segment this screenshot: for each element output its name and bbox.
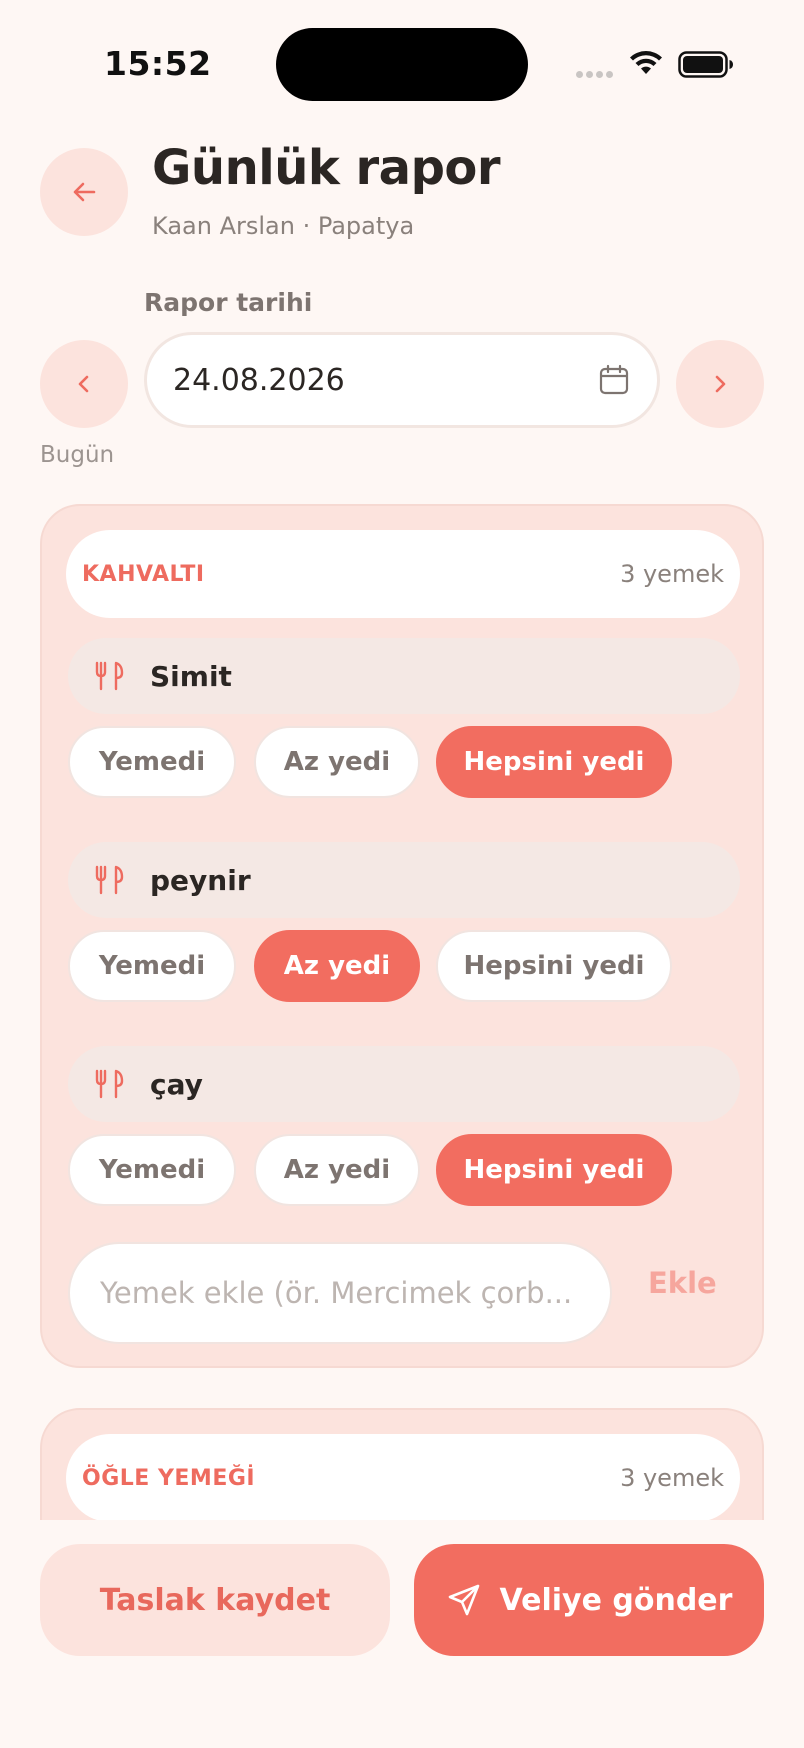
food-name: çay (150, 1067, 203, 1101)
option-hepsini-yedi-button[interactable]: Hepsini yedi (436, 726, 672, 798)
dynamic-island (276, 28, 528, 101)
food-name: Simit (150, 659, 232, 693)
option-az-yedi-button[interactable]: Az yedi (254, 726, 420, 798)
utensils-icon (95, 1069, 124, 1099)
status-bar: 15:52 (0, 0, 804, 110)
meal-count: 3 yemek (620, 560, 724, 588)
wifi-icon (630, 51, 662, 74)
arrow-left-icon (73, 182, 96, 202)
utensils-icon (95, 661, 124, 691)
utensils-icon (95, 865, 124, 895)
save-draft-label: Taslak kaydet (99, 1582, 331, 1618)
food-name: peynir (150, 863, 251, 897)
meal-title: KAHVALTI (82, 561, 205, 587)
meal-count: 3 yemek (620, 1464, 724, 1492)
option-az-yedi-button[interactable]: Az yedi (254, 930, 420, 1002)
cellular-signal-icon (576, 71, 613, 78)
chevron-left-icon (78, 375, 89, 393)
back-button[interactable] (40, 148, 128, 236)
calendar-icon (599, 364, 629, 395)
status-time: 15:52 (104, 44, 212, 83)
bottom-action-bar: Taslak kaydet Veliye gönder (0, 1520, 804, 1748)
option-hepsini-yedi-button[interactable]: Hepsini yedi (436, 930, 672, 1002)
option-hepsini-yedi-button[interactable]: Hepsini yedi (436, 1134, 672, 1206)
battery-icon (678, 51, 733, 78)
food-row: Simit (68, 638, 740, 714)
send-to-parent-label: Veliye gönder (499, 1582, 733, 1618)
meal-header: ÖĞLE YEMEĞİ 3 yemek (66, 1434, 740, 1522)
option-yemedi-button[interactable]: Yemedi (68, 726, 236, 798)
food-row: peynir (68, 842, 740, 918)
meal-header: KAHVALTI 3 yemek (66, 530, 740, 618)
add-food-button[interactable]: Ekle (648, 1266, 717, 1300)
food-row: çay (68, 1046, 740, 1122)
save-draft-button[interactable]: Taslak kaydet (40, 1544, 390, 1656)
today-button[interactable]: Bugün (40, 442, 114, 468)
option-az-yedi-button[interactable]: Az yedi (254, 1134, 420, 1206)
next-date-button[interactable] (676, 340, 764, 428)
chevron-right-icon (715, 375, 726, 393)
send-icon (448, 1584, 479, 1616)
previous-date-button[interactable] (40, 340, 128, 428)
page-title: Günlük rapor (152, 140, 501, 196)
option-yemedi-button[interactable]: Yemedi (68, 930, 236, 1002)
option-yemedi-button[interactable]: Yemedi (68, 1134, 236, 1206)
add-food-input[interactable]: Yemek ekle (ör. Mercimek çorb... (68, 1242, 612, 1344)
send-to-parent-button[interactable]: Veliye gönder (414, 1544, 764, 1656)
page-subtitle: Kaan Arslan · Papatya (152, 212, 415, 240)
date-input[interactable]: 24.08.2026 (144, 332, 660, 428)
date-label: Rapor tarihi (144, 288, 313, 317)
meal-card-breakfast: KAHVALTI 3 yemek Simit Yemedi Az yedi He… (40, 504, 764, 1368)
meal-title: ÖĞLE YEMEĞİ (82, 1465, 256, 1491)
date-value: 24.08.2026 (173, 362, 345, 398)
